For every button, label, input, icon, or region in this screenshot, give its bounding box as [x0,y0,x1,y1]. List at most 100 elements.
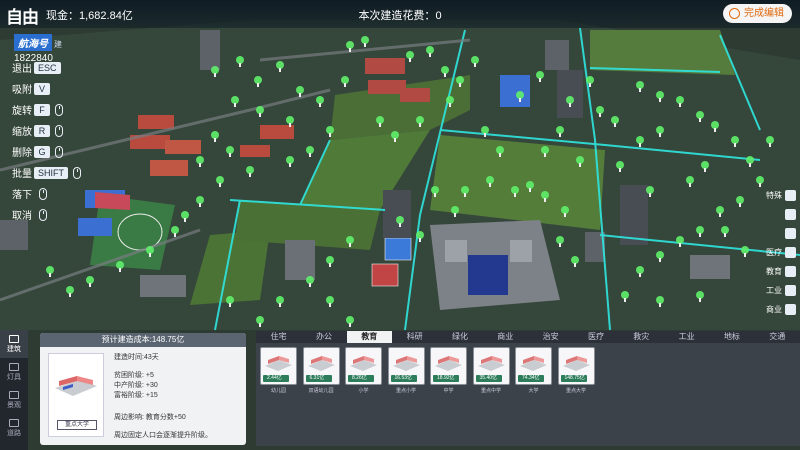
building-card[interactable]: 6.31亿 [302,347,340,385]
building-card[interactable]: 2.44亿 [260,347,297,385]
category-tabs: 住宅 办公 教育 科研 绿化 商业 治安 医疗 救灾 工业 地标 交通 [256,331,800,343]
building-card[interactable]: 148.75亿 [557,347,595,385]
control-label: 落下 [12,190,32,201]
building-card[interactable]: 74.34亿 [515,347,552,385]
building-icon [9,334,19,343]
building-name: 重点中学 [480,388,501,394]
category-tab[interactable]: 治安 [528,331,573,343]
building-thumb-icon [350,356,377,371]
control-scale[interactable]: 缩放 R [12,120,92,141]
tool-3[interactable] [754,224,800,243]
build-time: 建造时间:43天 [114,354,159,361]
item-price: 18.92亿 [433,375,459,382]
category-tab[interactable]: 救灾 [619,331,664,343]
control-exit[interactable]: 退出 ESC [12,57,92,78]
control-label: 吸附 [12,85,32,96]
key-badge: V [34,82,50,95]
control-label: 取消 [12,211,32,222]
control-snap[interactable]: 吸附 V [12,78,92,99]
category-tab[interactable]: 教育 [346,331,392,343]
category-tab[interactable]: 住宅 [256,331,301,343]
commerce-icon [785,304,796,315]
category-tab[interactable]: 地标 [709,331,754,343]
key-badge: G [34,145,50,158]
power-icon [729,8,740,19]
building-thumb-icon [307,356,335,371]
building-catalog: 2.44亿 幼儿园 6.31亿 双语幼儿园 8.26亿 小学 16.53亿 重点小学 18.92… [256,343,800,446]
tool-special[interactable]: 特殊 [754,186,800,205]
medical-icon [785,247,796,258]
landscape-icon [9,390,19,399]
control-label: 缩放 [12,127,32,138]
nav-label: 景观 [7,401,21,409]
building-name-label: 重点大学 [57,420,97,430]
university-icon [55,376,97,396]
category-tab[interactable]: 交通 [755,331,800,343]
finish-edit-label: 完成编辑 [744,8,784,19]
building-card[interactable]: 16.53亿 [387,347,425,385]
control-label: 旋转 [12,106,32,117]
control-delete[interactable]: 删除 G [12,141,92,162]
grid-icon [785,209,796,220]
mouse-icon [55,124,63,137]
category-tab[interactable]: 办公 [301,331,346,343]
road-icon [9,418,19,427]
effect-note: 周边固定人口会逐渐提升阶级。 [114,432,212,439]
building-thumb-icon [520,356,547,371]
tool-education[interactable]: 教育 [754,262,800,281]
nav-landscape[interactable]: 景观 [0,386,28,414]
building-name: 中学 [443,388,454,394]
build-mode-nav: 建筑 灯具 景观 道路 [0,330,28,450]
building-thumb-icon [392,356,420,371]
building-card[interactable]: 35.40亿 [472,347,510,385]
building-card[interactable]: 18.92亿 [430,347,467,385]
mouse-icon [55,145,63,158]
control-rotate[interactable]: 旋转 F [12,99,92,120]
building-card[interactable]: 8.26亿 [345,347,382,385]
item-price: 8.26亿 [348,375,374,382]
item-price: 2.44亿 [263,375,289,382]
nav-label: 建筑 [7,345,21,353]
build-cost-label: 本次建造花费： [358,10,436,22]
tool-commerce[interactable]: 商业 [754,300,800,319]
key-badge: SHIFT [34,166,68,179]
surrounding-effect: 周边影响: 教育分数+50 [114,414,186,421]
category-tab[interactable]: 工业 [664,331,709,343]
nav-buildings[interactable]: 建筑 [0,330,28,358]
mouse-icon [39,208,47,221]
category-tab[interactable]: 绿化 [437,331,482,343]
building-name: 小学 [358,388,369,394]
tool-2[interactable] [754,205,800,224]
rich-class: 富裕阶级: +15 [114,392,158,399]
top-bar: 自由 现金：1,682.84亿 本次建造花费：0 完成编辑 [0,0,800,28]
tool-label: 特殊 [766,191,782,200]
tool-label: 工业 [766,286,782,295]
control-drop[interactable]: 落下 [12,183,92,204]
control-cancel[interactable]: 取消 [12,204,92,225]
category-tab[interactable]: 科研 [392,331,437,343]
control-batch[interactable]: 批量 SHIFT [12,162,92,183]
special-icon [785,190,796,201]
building-name: 重点小学 [395,388,416,394]
key-badge: R [34,124,50,137]
nav-roads[interactable]: 道路 [0,414,28,442]
tool-industry[interactable]: 工业 [754,281,800,300]
category-tab[interactable]: 医疗 [573,331,618,343]
control-hints: 退出 ESC 吸附 V 旋转 F 缩放 R 删除 G 批量 SHIFT 落下 取… [12,57,92,225]
building-name: 幼儿园 [270,388,286,394]
nav-lamps[interactable]: 灯具 [0,358,28,386]
item-price: 148.75亿 [560,375,587,382]
item-price: 35.40亿 [475,375,502,382]
game-viewport[interactable]: 自由 现金：1,682.84亿 本次建造花费：0 完成编辑 航海号建 18228… [0,0,800,450]
item-price: 16.53亿 [390,375,417,382]
key-badge: F [34,103,50,116]
finish-edit-button[interactable]: 完成编辑 [723,4,792,23]
nav-label: 灯具 [7,373,21,381]
layer-icon [785,228,796,239]
building-stats: 建造时间:43天 贫困阶级: +5 中产阶级: +30 富裕阶级: +15 周边… [114,353,212,441]
tool-medical[interactable]: 医疗 [754,243,800,262]
item-price: 74.34亿 [518,375,544,382]
category-tab[interactable]: 商业 [483,331,528,343]
building-thumb-icon [477,356,505,371]
tool-label: 教育 [766,267,782,276]
